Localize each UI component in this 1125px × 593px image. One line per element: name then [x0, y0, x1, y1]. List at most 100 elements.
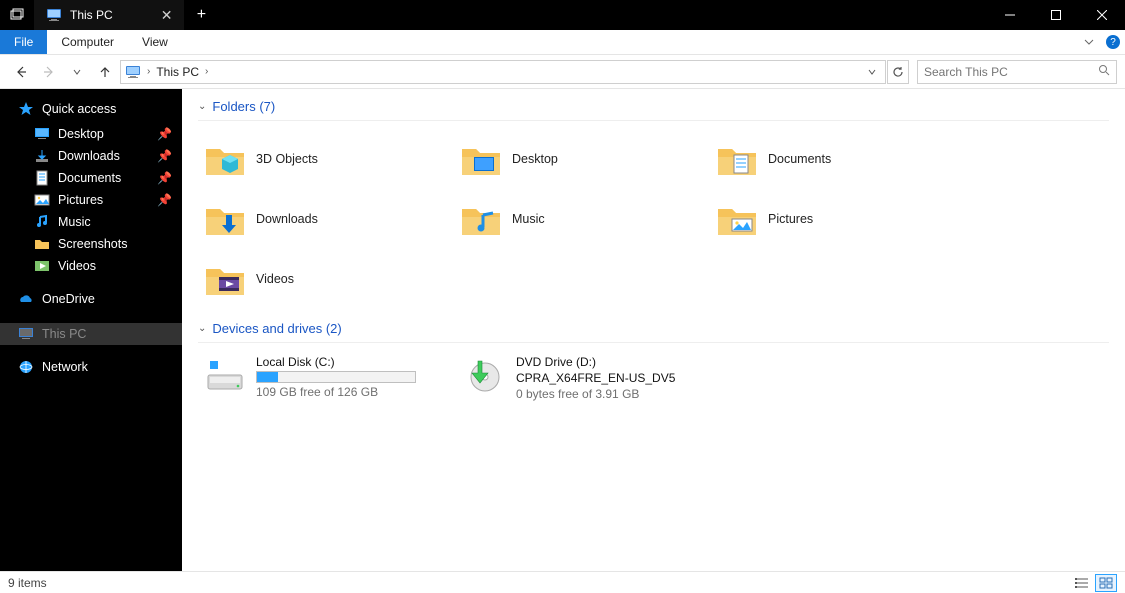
nav-item-label: Pictures: [58, 193, 103, 207]
drive-capacity-bar: [256, 371, 416, 383]
nav-network[interactable]: Network: [0, 355, 182, 381]
breadcrumb-segment[interactable]: This PC: [156, 65, 199, 79]
folder-label: Music: [512, 212, 545, 226]
section-header-folders[interactable]: ⌄ Folders (7): [198, 95, 1109, 121]
nav-forward-button[interactable]: [36, 59, 62, 85]
thispc-icon: [125, 64, 141, 80]
documents-folder-icon: [716, 139, 758, 179]
ribbon-file-menu[interactable]: File: [0, 30, 47, 54]
multitab-icon: [9, 7, 25, 23]
folder-label: Videos: [256, 272, 294, 286]
ribbon-tab-computer[interactable]: Computer: [47, 30, 128, 54]
nav-item-label: Music: [58, 215, 91, 229]
thispc-icon: [18, 326, 34, 342]
search-box[interactable]: [917, 60, 1117, 84]
ribbon-tab-view[interactable]: View: [128, 30, 182, 54]
folder-desktop[interactable]: Desktop: [454, 131, 704, 187]
onedrive-icon: [18, 291, 34, 307]
videos-folder-icon: [204, 259, 246, 299]
nav-item-label: Videos: [58, 259, 96, 273]
ribbon-tab-label: Computer: [61, 35, 114, 49]
tab-close-button[interactable]: ✕: [161, 7, 173, 24]
view-large-icons-button[interactable]: [1095, 574, 1117, 592]
search-input[interactable]: [924, 65, 1098, 79]
nav-label: Network: [42, 360, 88, 374]
drive-local-disk-c[interactable]: Local Disk (C:) 109 GB free of 126 GB: [198, 353, 448, 403]
content-pane[interactable]: ⌄ Folders (7) 3D Objects Desktop Documen…: [182, 89, 1125, 571]
nav-item-videos[interactable]: Videos: [0, 255, 182, 277]
nav-up-button[interactable]: [92, 59, 118, 85]
nav-item-pictures[interactable]: Pictures 📌: [0, 189, 182, 211]
refresh-button[interactable]: [887, 60, 909, 84]
minimize-icon: [1005, 10, 1015, 20]
view-tiles-icon: [1099, 577, 1113, 589]
downloads-icon: [34, 148, 50, 164]
ribbon-expand-button[interactable]: [1077, 30, 1101, 54]
nav-this-pc[interactable]: This PC: [0, 323, 182, 345]
folder-3d-objects[interactable]: 3D Objects: [198, 131, 448, 187]
downloads-folder-icon: [204, 199, 246, 239]
status-bar: 9 items: [0, 571, 1125, 593]
section-drives: ⌄ Devices and drives (2) Local Disk (C:)…: [198, 317, 1109, 403]
nav-recent-dropdown[interactable]: [64, 59, 90, 85]
nav-item-label: Documents: [58, 171, 121, 185]
nav-item-screenshots[interactable]: Screenshots: [0, 233, 182, 255]
address-history-dropdown[interactable]: [863, 65, 881, 79]
window-maximize-button[interactable]: [1033, 0, 1079, 30]
breadcrumb[interactable]: › This PC ›: [120, 60, 886, 84]
help-button[interactable]: ?: [1101, 30, 1125, 54]
breadcrumb-root-chevron[interactable]: ›: [147, 66, 150, 77]
folder-music[interactable]: Music: [454, 191, 704, 247]
browser-tab-thispc[interactable]: This PC ✕: [34, 0, 184, 30]
folder-pictures[interactable]: Pictures: [710, 191, 960, 247]
arrow-up-icon: [98, 65, 112, 79]
arrow-left-icon: [14, 65, 28, 79]
music-folder-icon: [460, 199, 502, 239]
nav-back-button[interactable]: [8, 59, 34, 85]
chevron-down-icon: ⌄: [198, 323, 206, 334]
nav-item-music[interactable]: Music: [0, 211, 182, 233]
nav-onedrive[interactable]: OneDrive: [0, 287, 182, 313]
nav-item-label: Desktop: [58, 127, 104, 141]
section-header-drives[interactable]: ⌄ Devices and drives (2): [198, 317, 1109, 343]
titlebar-drag-area[interactable]: [218, 0, 987, 30]
tab-title: This PC: [70, 8, 113, 22]
folder-documents[interactable]: Documents: [710, 131, 960, 187]
pin-icon: 📌: [157, 127, 172, 141]
status-item-count: 9 items: [8, 576, 47, 590]
star-icon: [18, 101, 34, 117]
objects3d-icon: [204, 139, 246, 179]
view-details-button[interactable]: [1071, 574, 1093, 592]
nav-label: This PC: [42, 327, 86, 341]
folder-label: Desktop: [512, 152, 558, 166]
drive-dvd-d[interactable]: DVD Drive (D:) CPRA_X64FRE_EN-US_DV5 0 b…: [458, 353, 708, 403]
section-header-label: Devices and drives (2): [212, 321, 341, 336]
folder-label: Documents: [768, 152, 831, 166]
nav-item-documents[interactable]: Documents 📌: [0, 167, 182, 189]
tabs-overview-button[interactable]: [0, 0, 34, 30]
drive-free-text: 0 bytes free of 3.91 GB: [516, 387, 675, 401]
folder-icon: [34, 236, 50, 252]
arrow-right-icon: [42, 65, 56, 79]
body: Quick access Desktop 📌 Downloads 📌 Docum…: [0, 89, 1125, 571]
desktop-folder-icon: [460, 139, 502, 179]
window-minimize-button[interactable]: [987, 0, 1033, 30]
pin-icon: 📌: [157, 171, 172, 185]
chevron-down-icon: [1084, 37, 1094, 47]
window-close-button[interactable]: [1079, 0, 1125, 30]
titlebar: This PC ✕ +: [0, 0, 1125, 30]
nav-label: OneDrive: [42, 292, 95, 306]
new-tab-button[interactable]: +: [184, 0, 218, 30]
folder-videos[interactable]: Videos: [198, 251, 448, 307]
maximize-icon: [1051, 10, 1061, 20]
folder-downloads[interactable]: Downloads: [198, 191, 448, 247]
chevron-down-icon: [868, 68, 876, 76]
nav-item-desktop[interactable]: Desktop 📌: [0, 123, 182, 145]
nav-quick-access[interactable]: Quick access: [0, 97, 182, 123]
breadcrumb-chevron[interactable]: ›: [205, 66, 208, 77]
drive-free-text: 109 GB free of 126 GB: [256, 385, 416, 399]
nav-item-downloads[interactable]: Downloads 📌: [0, 145, 182, 167]
videos-icon: [34, 258, 50, 274]
pin-icon: 📌: [157, 193, 172, 207]
ribbon-file-label: File: [14, 35, 33, 49]
